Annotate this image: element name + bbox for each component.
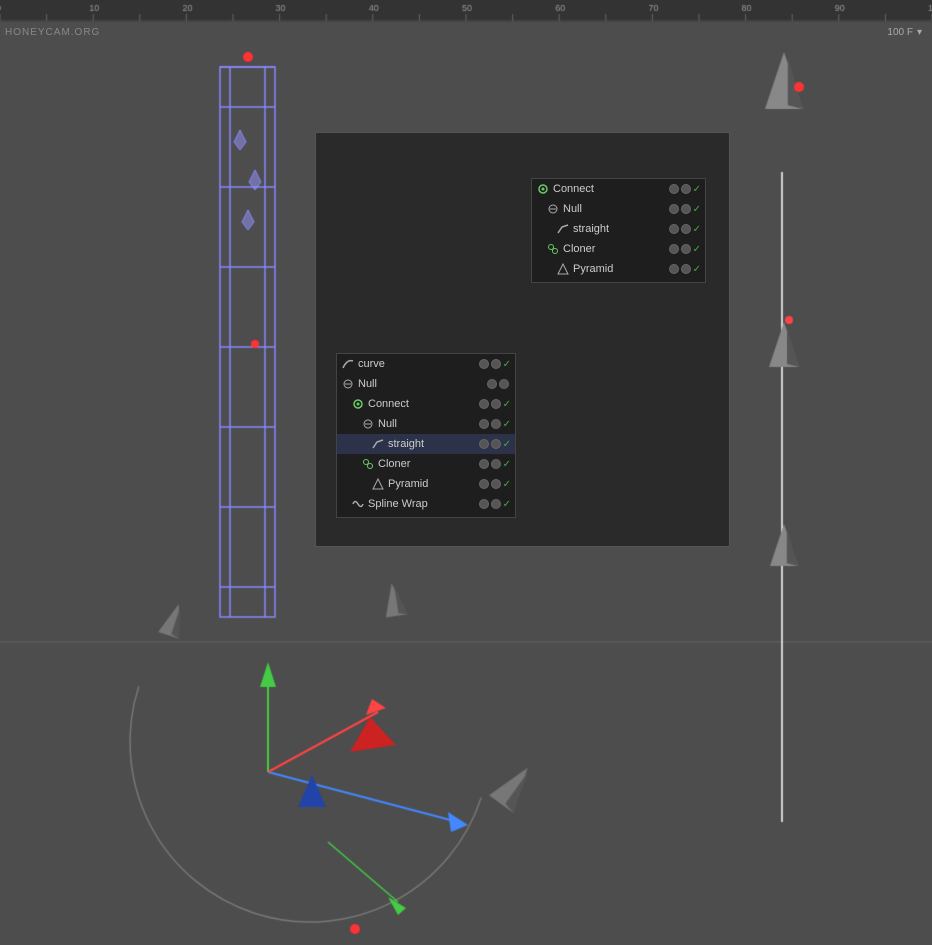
framerate-value: 100 F (887, 27, 913, 38)
ctrl-render-pyramid-main[interactable] (681, 264, 691, 274)
null-row-sub2[interactable]: Null ✓ (337, 414, 515, 434)
ctrl-check-pyramid-main[interactable]: ✓ (693, 264, 701, 275)
curve-label: curve (358, 358, 475, 370)
cloner-icon-main (546, 242, 560, 256)
curve-icon (341, 357, 355, 371)
pyramid-icon-sub (371, 477, 385, 491)
ctrl-render-pyramid-sub[interactable] (491, 479, 501, 489)
cloner-label-main: Cloner (563, 243, 665, 255)
ctrl-render-straight-main[interactable] (681, 224, 691, 234)
pyramid-label-main: Pyramid (573, 263, 665, 275)
ctrl-vis-connect-sub[interactable] (479, 399, 489, 409)
ctrl-render-cloner-sub[interactable] (491, 459, 501, 469)
pyramid-controls-sub: ✓ (479, 479, 511, 490)
framerate-arrow: ▾ (917, 27, 922, 38)
straight-controls-sub: ✓ (479, 439, 511, 450)
pyramid-row-main[interactable]: Pyramid ✓ (532, 259, 705, 279)
splinewrap-row[interactable]: Spline Wrap ✓ (337, 494, 515, 514)
ctrl-render-null-main[interactable] (681, 204, 691, 214)
ctrl-render-curve[interactable] (491, 359, 501, 369)
pyramid-controls-main: ✓ (669, 264, 701, 275)
ctrl-check-cloner-sub[interactable]: ✓ (503, 459, 511, 470)
ctrl-render-connect-sub[interactable] (491, 399, 501, 409)
connect-controls-sub: ✓ (479, 399, 511, 410)
splinewrap-controls: ✓ (479, 499, 511, 510)
ctrl-vis-straight-sub[interactable] (479, 439, 489, 449)
curve-row[interactable]: curve ✓ (337, 354, 515, 374)
main-scene-panel: Connect ✓ Null (315, 132, 730, 547)
connect-row-sub[interactable]: Connect ✓ (337, 394, 515, 414)
ctrl-render-null-sub[interactable] (499, 379, 509, 389)
connect-icon-main (536, 182, 550, 196)
viewport[interactable]: HONEYCAM.ORG 100 F ▾ Connect (0, 22, 932, 945)
null-controls-main: ✓ (669, 204, 701, 215)
cloner-row-main[interactable]: Cloner ✓ (532, 239, 705, 259)
straight-label-main: straight (573, 223, 665, 235)
splinewrap-label: Spline Wrap (368, 498, 475, 510)
framerate: 100 F ▾ (887, 27, 922, 38)
straight-icon-main (556, 222, 570, 236)
ctrl-vis-null-sub[interactable] (487, 379, 497, 389)
ctrl-render-null-sub2[interactable] (491, 419, 501, 429)
ctrl-vis-pyramid-main[interactable] (669, 264, 679, 274)
connect-controls-main: ✓ (669, 184, 701, 195)
ctrl-vis-straight-main[interactable] (669, 224, 679, 234)
connect-row-main[interactable]: Connect ✓ (532, 179, 705, 199)
null-icon-main (546, 202, 560, 216)
ctrl-render-main[interactable] (681, 184, 691, 194)
null-row-main[interactable]: Null ✓ (532, 199, 705, 219)
connect-label-main: Connect (553, 183, 665, 195)
null-controls-sub2: ✓ (479, 419, 511, 430)
null-icon-sub2 (361, 417, 375, 431)
ctrl-vis-cloner-sub[interactable] (479, 459, 489, 469)
curve-controls: ✓ (479, 359, 511, 370)
ctrl-check-curve[interactable]: ✓ (503, 359, 511, 370)
ctrl-vis-main[interactable] (669, 184, 679, 194)
ctrl-vis-cloner-main[interactable] (669, 244, 679, 254)
ctrl-check-straight-main[interactable]: ✓ (693, 224, 701, 235)
straight-label-sub: straight (388, 438, 475, 450)
ctrl-render-straight-sub[interactable] (491, 439, 501, 449)
null-label-sub2: Null (378, 418, 475, 430)
ctrl-vis-splinewrap[interactable] (479, 499, 489, 509)
cloner-label-sub: Cloner (378, 458, 475, 470)
pyramid-label-sub: Pyramid (388, 478, 475, 490)
null-label-sub: Null (358, 378, 483, 390)
straight-icon-sub (371, 437, 385, 451)
straight-row-main[interactable]: straight ✓ (532, 219, 705, 239)
pyramid-row-sub[interactable]: Pyramid ✓ (337, 474, 515, 494)
ctrl-vis-pyramid-sub[interactable] (479, 479, 489, 489)
connect-label-sub: Connect (368, 398, 475, 410)
ctrl-check-pyramid-sub[interactable]: ✓ (503, 479, 511, 490)
cloner-controls-main: ✓ (669, 244, 701, 255)
ctrl-check-splinewrap[interactable]: ✓ (503, 499, 511, 510)
null-icon-sub (341, 377, 355, 391)
cloner-row-sub[interactable]: Cloner ✓ (337, 454, 515, 474)
null-label-main: Null (563, 203, 665, 215)
main-hierarchy-panel: Connect ✓ Null (531, 178, 706, 283)
ctrl-check-main[interactable]: ✓ (693, 184, 701, 195)
straight-controls-main: ✓ (669, 224, 701, 235)
ctrl-vis-null-sub2[interactable] (479, 419, 489, 429)
sub-hierarchy-panel: curve ✓ Null (336, 353, 516, 518)
pyramid-icon-main (556, 262, 570, 276)
straight-row-sub[interactable]: straight ✓ (337, 434, 515, 454)
ctrl-check-connect-sub[interactable]: ✓ (503, 399, 511, 410)
splinewrap-icon (351, 497, 365, 511)
ctrl-vis-curve[interactable] (479, 359, 489, 369)
ctrl-check-null-main[interactable]: ✓ (693, 204, 701, 215)
cloner-controls-sub: ✓ (479, 459, 511, 470)
null-row-sub[interactable]: Null (337, 374, 515, 394)
connect-icon-sub (351, 397, 365, 411)
ctrl-render-cloner-main[interactable] (681, 244, 691, 254)
ctrl-check-straight-sub[interactable]: ✓ (503, 439, 511, 450)
watermark: HONEYCAM.ORG (5, 27, 100, 38)
ctrl-check-null-sub2[interactable]: ✓ (503, 419, 511, 430)
ctrl-check-cloner-main[interactable]: ✓ (693, 244, 701, 255)
null-controls-sub (487, 379, 511, 389)
cloner-icon-sub (361, 457, 375, 471)
ruler (0, 0, 932, 22)
ctrl-render-splinewrap[interactable] (491, 499, 501, 509)
ctrl-vis-null-main[interactable] (669, 204, 679, 214)
